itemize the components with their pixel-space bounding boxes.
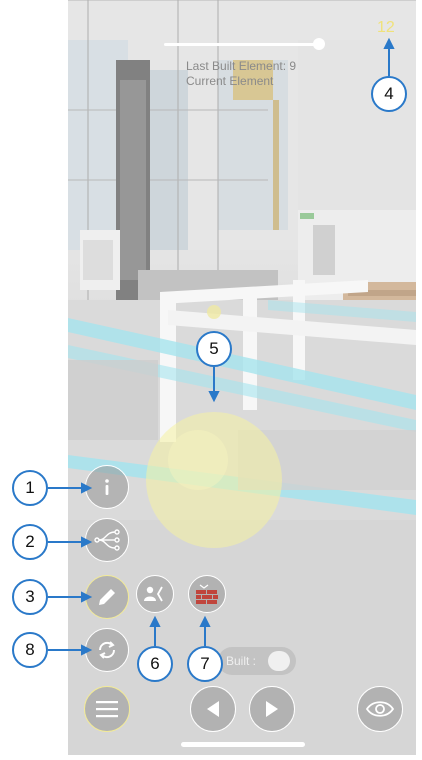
info-button[interactable] bbox=[85, 465, 129, 509]
callout-3: 3 bbox=[12, 579, 48, 615]
next-element-button[interactable] bbox=[249, 686, 295, 732]
callout-7: 7 bbox=[187, 646, 223, 682]
callout-4: 4 bbox=[371, 76, 407, 112]
callout-2: 2 bbox=[12, 524, 48, 560]
callout-5: 5 bbox=[196, 331, 232, 367]
build-progress-slider[interactable] bbox=[164, 43, 320, 46]
edit-button[interactable] bbox=[85, 575, 129, 619]
play-left-icon bbox=[205, 700, 221, 718]
sync-icon bbox=[95, 638, 119, 662]
brick-wall-icon bbox=[196, 584, 218, 604]
callout-8: 8 bbox=[12, 632, 48, 668]
menu-button[interactable] bbox=[84, 686, 130, 732]
built-toggle-label: Built : bbox=[226, 654, 257, 668]
element-counter: 12 bbox=[377, 19, 395, 36]
callout-1: 1 bbox=[12, 470, 48, 506]
play-right-icon bbox=[264, 700, 280, 718]
view-toggle-button[interactable] bbox=[357, 686, 403, 732]
user-swap-icon bbox=[144, 584, 166, 604]
info-icon bbox=[95, 475, 119, 499]
pencil-icon bbox=[96, 586, 118, 608]
paths-button[interactable] bbox=[85, 518, 129, 562]
build-progress-slider-thumb[interactable] bbox=[313, 38, 325, 50]
eye-icon bbox=[366, 700, 394, 718]
callout-6: 6 bbox=[137, 646, 173, 682]
paths-icon bbox=[94, 527, 120, 553]
menu-icon bbox=[96, 699, 118, 719]
built-toggle-knob[interactable] bbox=[268, 651, 290, 671]
built-toggle[interactable]: Built : bbox=[218, 647, 296, 675]
last-built-element-text: Last Built Element: 9 bbox=[186, 59, 297, 73]
current-element-text: Current Element bbox=[186, 74, 274, 88]
home-indicator bbox=[181, 742, 305, 747]
brick-wall-button[interactable] bbox=[188, 575, 226, 613]
user-swap-button[interactable] bbox=[136, 575, 174, 613]
previous-element-button[interactable] bbox=[190, 686, 236, 732]
sync-button[interactable] bbox=[85, 628, 129, 672]
ar-viewport[interactable]: Last Built Element: 9 Current Element 12 bbox=[68, 0, 416, 755]
